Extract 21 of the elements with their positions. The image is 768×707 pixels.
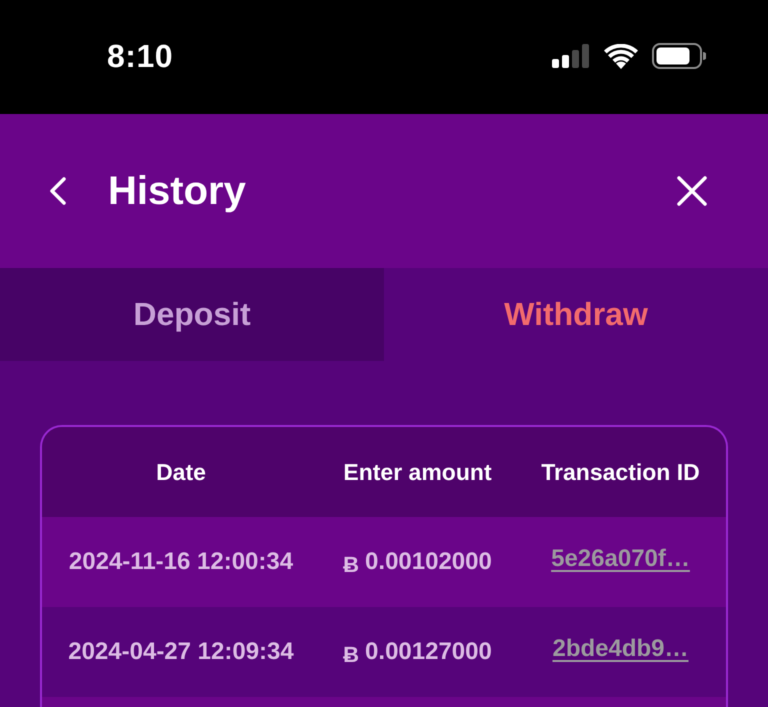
tab[interactable]: Deposit bbox=[0, 268, 384, 361]
column-header: Transaction ID bbox=[540, 458, 701, 486]
page-title: History bbox=[108, 168, 247, 214]
status-time: 8:10 bbox=[107, 38, 174, 74]
chevron-left-icon bbox=[48, 176, 68, 206]
back-button[interactable] bbox=[48, 176, 68, 206]
date-cell-text: 2024-04-27 12:09:34 bbox=[67, 638, 295, 666]
transaction-id-link[interactable]: 5e26a070f… bbox=[551, 545, 690, 573]
column-header: Enter amount bbox=[342, 458, 493, 486]
battery-icon bbox=[652, 43, 706, 69]
transaction-id-link[interactable]: 2bde4db9… bbox=[552, 635, 689, 663]
close-button[interactable] bbox=[676, 175, 708, 207]
signal-icon bbox=[552, 44, 590, 68]
amount-value: 0.00102000 bbox=[365, 548, 492, 576]
currency-symbol: Ƀ bbox=[343, 552, 360, 578]
currency-symbol: Ƀ bbox=[343, 642, 360, 668]
amount-value: 0.00127000 bbox=[365, 638, 492, 666]
close-icon bbox=[676, 175, 708, 207]
wifi-icon bbox=[604, 44, 638, 68]
date-cell-text: 2024-11-16 12:00:34 bbox=[68, 548, 294, 576]
column-header: Date bbox=[155, 458, 207, 486]
